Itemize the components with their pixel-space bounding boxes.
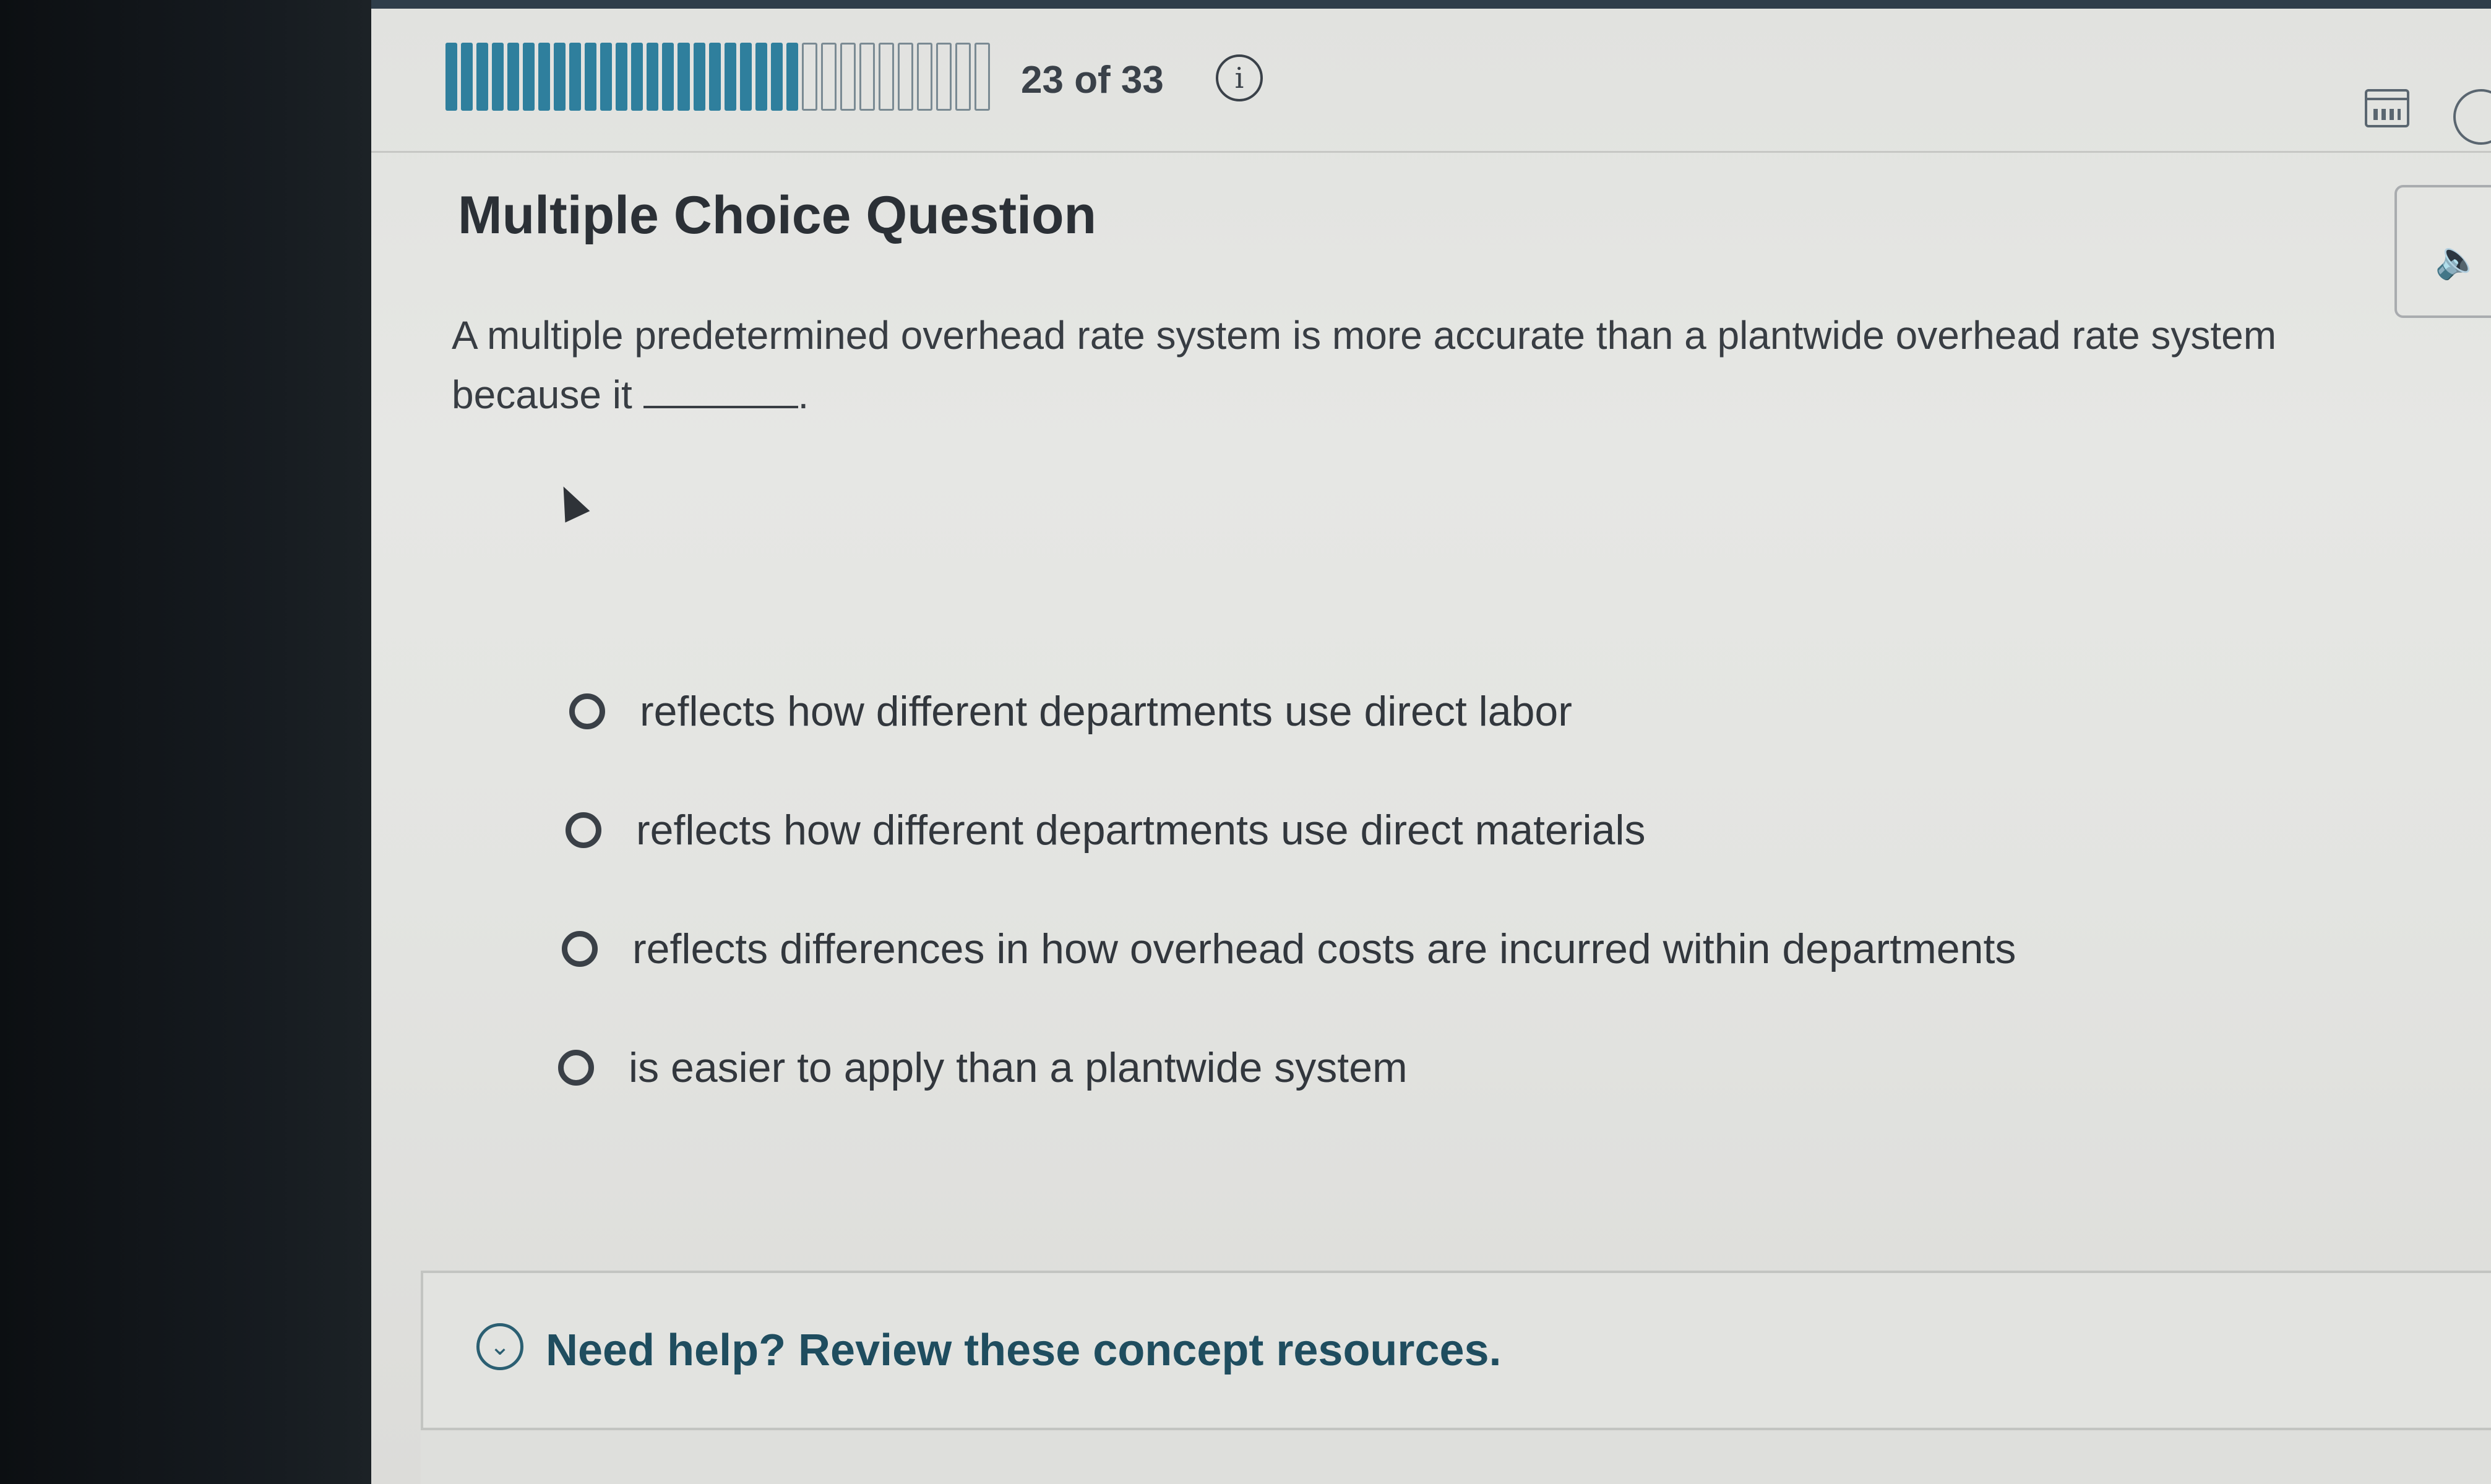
progress-segment <box>786 43 798 111</box>
radio-button[interactable] <box>558 1050 594 1086</box>
speaker-icon: 🔈 <box>2435 239 2481 280</box>
chevron-down-icon[interactable]: ⌄ <box>476 1323 523 1370</box>
answer-option-label: reflects differences in how overhead cos… <box>632 925 2016 972</box>
progress-segment <box>955 43 971 111</box>
answer-option-label: reflects how different departments use d… <box>640 688 1572 735</box>
progress-segment <box>755 43 767 111</box>
answer-option-2[interactable]: reflects how different departments use d… <box>566 771 2360 890</box>
question-text-end: . <box>798 372 809 417</box>
answer-blank <box>643 369 798 408</box>
progress-segment <box>724 43 736 111</box>
question-type-heading: Multiple Choice Question <box>458 186 1097 245</box>
progress-segment <box>840 43 856 111</box>
answer-option-3[interactable]: reflects differences in how overhead cos… <box>562 890 2356 1008</box>
progress-segment <box>569 43 582 111</box>
progress-segment <box>554 43 566 111</box>
progress-segment <box>974 43 991 111</box>
calendar-icon[interactable] <box>2365 89 2409 127</box>
progress-counter: 23 of 33 <box>1021 59 1164 101</box>
progress-segment <box>770 43 783 111</box>
help-resources-toggle[interactable]: Need help? Review these concept resource… <box>546 1325 1502 1376</box>
progress-segment <box>662 43 674 111</box>
progress-segment <box>585 43 597 111</box>
progress-segment <box>461 43 473 111</box>
browser-top-strip <box>371 0 2491 9</box>
progress-segment <box>507 43 520 111</box>
answer-options: reflects how different departments use d… <box>558 652 2364 1127</box>
progress-segment <box>476 43 489 111</box>
info-icon[interactable]: i <box>1216 54 1263 101</box>
progress-segment <box>897 43 913 111</box>
progress-segment <box>739 43 752 111</box>
question-prompt: A multiple predetermined overhead rate s… <box>452 306 2432 424</box>
radio-button[interactable] <box>566 812 601 848</box>
answer-option-4[interactable]: is easier to apply than a plantwide syst… <box>558 1008 2352 1127</box>
progress-segment <box>523 43 535 111</box>
progress-segment <box>616 43 628 111</box>
progress-segment <box>492 43 504 111</box>
answer-option-label: reflects how different departments use d… <box>636 807 1646 854</box>
progress-segment <box>801 43 817 111</box>
quiz-screen: 23 of 33 i 🔈 Multiple Choice Question A … <box>371 9 2491 1484</box>
progress-segment <box>708 43 721 111</box>
progress-segment <box>445 43 458 111</box>
progress-bar <box>445 43 991 111</box>
radio-button[interactable] <box>562 931 598 967</box>
answer-option-label: is easier to apply than a plantwide syst… <box>629 1044 1408 1091</box>
mouse-cursor-icon <box>551 481 590 523</box>
progress-segment <box>859 43 875 111</box>
progress-segment <box>631 43 643 111</box>
progress-segment <box>538 43 551 111</box>
progress-segment <box>936 43 952 111</box>
progress-segment <box>647 43 659 111</box>
progress-segment <box>916 43 932 111</box>
next-panel <box>421 1431 2491 1484</box>
progress-segment <box>678 43 690 111</box>
radio-button[interactable] <box>569 693 605 729</box>
progress-segment <box>820 43 837 111</box>
progress-segment <box>878 43 894 111</box>
progress-segment <box>600 43 613 111</box>
progress-segment <box>693 43 705 111</box>
answer-option-1[interactable]: reflects how different departments use d… <box>569 652 2364 771</box>
monitor-bezel <box>0 0 371 1484</box>
